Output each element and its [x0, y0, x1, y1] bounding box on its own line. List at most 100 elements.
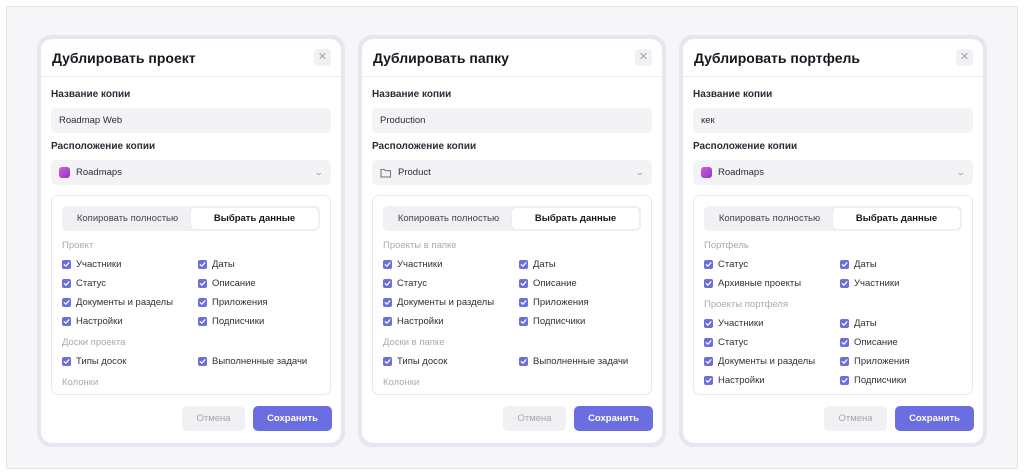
option-checkbox[interactable]: Документы и разделы [704, 355, 840, 368]
section-title: Доски проекта [62, 337, 126, 348]
location-select[interactable]: Roadmaps ⌄ [693, 160, 973, 185]
close-icon[interactable]: ✕ [635, 49, 652, 66]
dialog-body: Название копии Production Расположение коп… [362, 77, 662, 395]
location-value: Roadmaps [718, 167, 764, 178]
option-label: Статус [76, 278, 107, 289]
save-button[interactable]: Сохранить [253, 405, 332, 431]
option-label: Статус [718, 337, 749, 348]
check-icon[interactable] [383, 260, 392, 269]
option-checkbox[interactable]: Даты [840, 258, 960, 271]
option-checkbox[interactable]: Архивные проекты [704, 277, 840, 290]
option-grid: Участники Даты Статус Описание Документы и р… [704, 317, 962, 387]
close-icon[interactable]: ✕ [314, 49, 331, 66]
check-icon[interactable] [704, 279, 713, 288]
option-checkbox[interactable]: Статус [704, 336, 840, 349]
location-select[interactable]: Product ⌄ [372, 160, 652, 185]
save-button[interactable]: Сохранить [895, 405, 974, 431]
option-checkbox[interactable]: Описание [840, 336, 960, 349]
option-checkbox[interactable]: Даты [198, 258, 318, 271]
duplicate-dialog: Дублировать проект ✕ Название копии Roadmap… [41, 39, 341, 443]
check-icon[interactable] [519, 357, 528, 366]
check-icon[interactable] [704, 319, 713, 328]
check-icon[interactable] [519, 317, 528, 326]
option-checkbox[interactable]: Настройки [383, 315, 519, 328]
check-icon[interactable] [198, 317, 207, 326]
check-icon[interactable] [62, 260, 71, 269]
copy-name-input[interactable]: Production [372, 108, 652, 133]
tab-copy-all[interactable]: Копировать полностью [706, 208, 833, 229]
option-checkbox[interactable]: Статус [383, 277, 519, 290]
tab-select-data[interactable]: Выбрать данные [191, 208, 318, 229]
cancel-button[interactable]: Отмена [503, 405, 566, 431]
option-checkbox[interactable]: Участники [62, 258, 198, 271]
option-checkbox[interactable]: Приложения [840, 355, 960, 368]
check-icon[interactable] [198, 279, 207, 288]
option-checkbox[interactable]: Документы и разделы [383, 296, 519, 309]
check-icon[interactable] [62, 357, 71, 366]
check-icon[interactable] [519, 298, 528, 307]
check-icon[interactable] [383, 317, 392, 326]
option-checkbox[interactable]: Приложения [198, 296, 318, 309]
option-checkbox[interactable]: Настройки [704, 374, 840, 387]
save-button[interactable]: Сохранить [574, 405, 653, 431]
option-checkbox[interactable]: Подписчики [519, 315, 639, 328]
option-checkbox[interactable]: Документы и разделы [62, 296, 198, 309]
check-icon[interactable] [840, 357, 849, 366]
option-checkbox[interactable]: Даты [519, 258, 639, 271]
tab-select-data[interactable]: Выбрать данные [833, 208, 960, 229]
copy-name-value: Production [380, 115, 426, 126]
tab-select-data[interactable]: Выбрать данные [512, 208, 639, 229]
check-icon[interactable] [198, 357, 207, 366]
option-checkbox[interactable]: Описание [198, 277, 318, 290]
check-icon[interactable] [198, 260, 207, 269]
tab-copy-all[interactable]: Копировать полностью [64, 208, 191, 229]
cancel-button[interactable]: Отмена [182, 405, 245, 431]
option-checkbox[interactable]: Статус [62, 277, 198, 290]
dialog-title: Дублировать портфель [694, 49, 860, 66]
option-checkbox[interactable]: Выполненные задачи [519, 355, 639, 368]
check-icon[interactable] [519, 260, 528, 269]
check-icon[interactable] [704, 357, 713, 366]
check-icon[interactable] [62, 317, 71, 326]
option-checkbox[interactable]: Даты [840, 317, 960, 330]
check-icon[interactable] [840, 260, 849, 269]
check-icon[interactable] [840, 319, 849, 328]
check-icon[interactable] [519, 279, 528, 288]
option-checkbox[interactable]: Подписчики [198, 315, 318, 328]
check-icon[interactable] [840, 376, 849, 385]
copy-mode-switch: Копировать полностью Выбрать данные [383, 206, 641, 231]
check-icon[interactable] [704, 338, 713, 347]
option-label: Приложения [533, 297, 589, 308]
option-checkbox[interactable]: Статус [704, 258, 840, 271]
check-icon[interactable] [198, 298, 207, 307]
check-icon[interactable] [704, 376, 713, 385]
copy-name-input[interactable]: кек [693, 108, 973, 133]
duplicate-dialog: Дублировать папку ✕ Название копии Producti… [362, 39, 662, 443]
check-icon[interactable] [383, 279, 392, 288]
option-checkbox[interactable]: Участники [840, 277, 960, 290]
option-checkbox[interactable]: Типы досок [383, 355, 519, 368]
check-icon[interactable] [62, 279, 71, 288]
option-checkbox[interactable]: Типы досок [62, 355, 198, 368]
option-checkbox[interactable]: Участники [383, 258, 519, 271]
location-select[interactable]: Roadmaps ⌄ [51, 160, 331, 185]
check-icon[interactable] [704, 260, 713, 269]
copy-options-panel: Копировать полностью Выбрать данные Проект… [51, 195, 331, 395]
check-icon[interactable] [383, 357, 392, 366]
option-checkbox[interactable]: Приложения [519, 296, 639, 309]
copy-name-input[interactable]: Roadmap Web [51, 108, 331, 133]
check-icon[interactable] [840, 338, 849, 347]
tab-copy-all[interactable]: Копировать полностью [385, 208, 512, 229]
check-icon[interactable] [62, 298, 71, 307]
option-checkbox[interactable]: Выполненные задачи [198, 355, 318, 368]
check-icon[interactable] [383, 298, 392, 307]
option-label: Описание [854, 337, 898, 348]
close-icon[interactable]: ✕ [956, 49, 973, 66]
check-icon[interactable] [840, 279, 849, 288]
dialog-footer: Отмена Сохранить [683, 395, 983, 443]
option-checkbox[interactable]: Подписчики [840, 374, 960, 387]
cancel-button[interactable]: Отмена [824, 405, 887, 431]
option-checkbox[interactable]: Описание [519, 277, 639, 290]
option-checkbox[interactable]: Участники [704, 317, 840, 330]
option-checkbox[interactable]: Настройки [62, 315, 198, 328]
